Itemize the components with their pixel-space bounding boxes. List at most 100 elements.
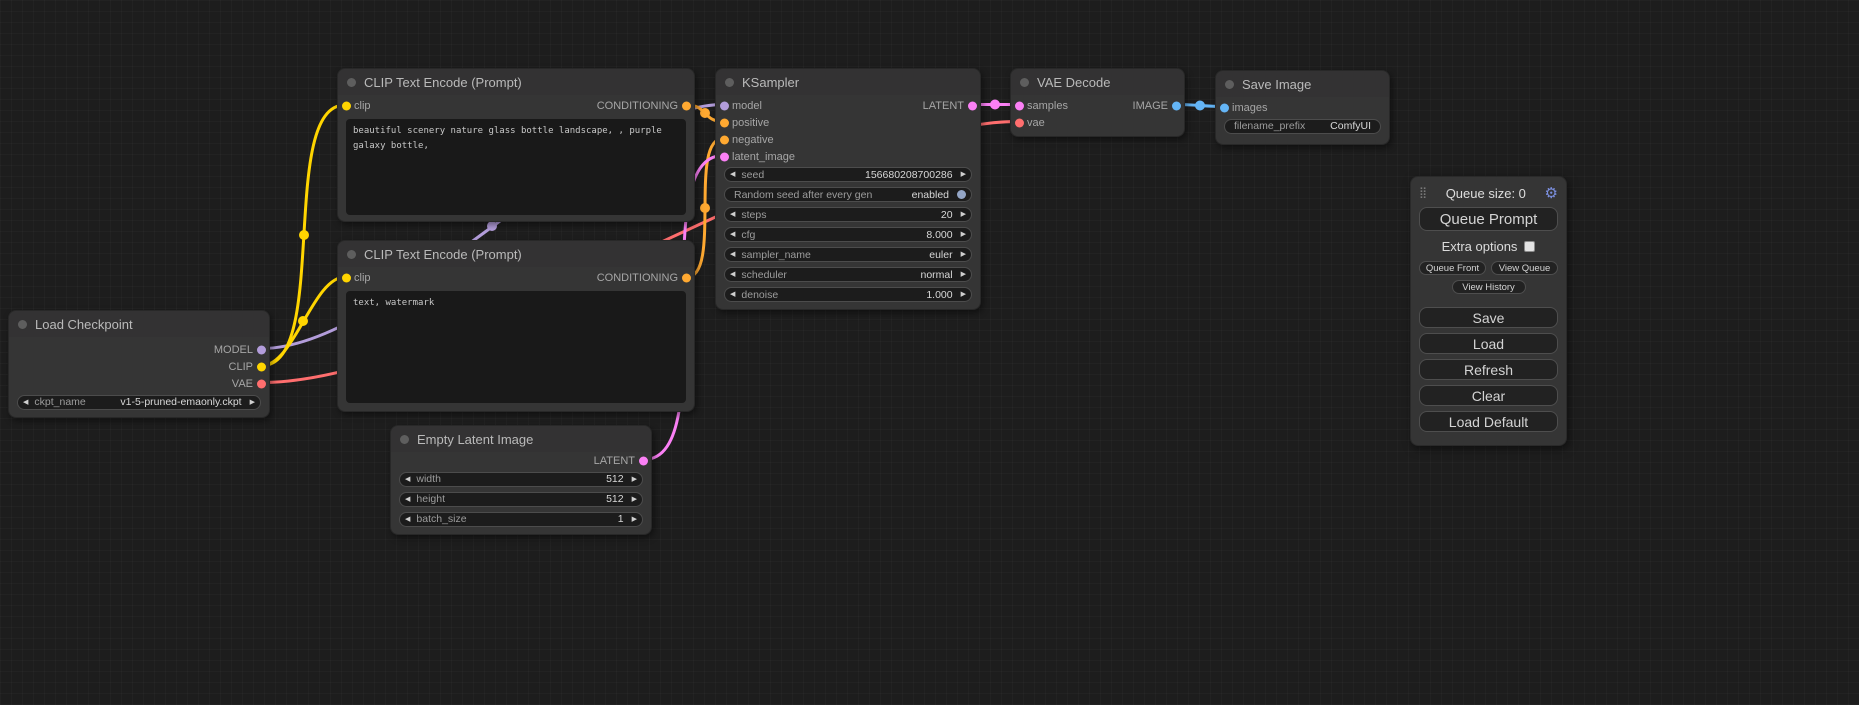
input-slot-vae-dot[interactable]	[1015, 118, 1024, 127]
decrement-arrow-icon[interactable]: ◀	[405, 496, 410, 503]
output-slot-conditioning-dot[interactable]	[682, 102, 691, 111]
decrement-arrow-icon[interactable]: ◀	[405, 476, 410, 483]
widget-label: Random seed after every gen	[734, 189, 872, 201]
cfg-number-widget[interactable]: ◀ cfg 8.000 ▶	[724, 227, 972, 242]
batch-size-number-widget[interactable]: ◀ batch_size 1 ▶	[399, 512, 643, 527]
refresh-button[interactable]: Refresh	[1419, 359, 1558, 380]
view-queue-button[interactable]: View Queue	[1491, 261, 1558, 275]
decrement-arrow-icon[interactable]: ◀	[730, 291, 735, 298]
node-title: CLIP Text Encode (Prompt)	[364, 75, 522, 90]
output-slot-latent-dot[interactable]	[639, 456, 648, 465]
denoise-number-widget[interactable]: ◀ denoise 1.000 ▶	[724, 287, 972, 302]
increment-arrow-icon[interactable]: ▶	[961, 171, 966, 178]
output-slot-vae-dot[interactable]	[257, 379, 266, 388]
slot-row: samples IMAGE	[1011, 97, 1184, 114]
widget-value: enabled	[912, 189, 949, 201]
decrement-arrow-icon[interactable]: ◀	[730, 251, 735, 258]
node-vae-decode[interactable]: VAE Decode samples IMAGE vae	[1010, 68, 1185, 137]
input-slot-model-dot[interactable]	[720, 101, 729, 110]
node-title-bar[interactable]: VAE Decode	[1011, 69, 1184, 95]
node-title-bar[interactable]: KSampler	[716, 69, 980, 95]
node-title: Empty Latent Image	[417, 432, 533, 447]
drag-handle-icon[interactable]: ⣿	[1419, 188, 1427, 199]
input-slot-label: clip	[354, 100, 371, 112]
sampler-name-combo-widget[interactable]: ◀ sampler_name euler ▶	[724, 247, 972, 262]
steps-number-widget[interactable]: ◀ steps 20 ▶	[724, 207, 972, 222]
node-empty-latent-image[interactable]: Empty Latent Image LATENT ◀ width 512 ▶ …	[390, 425, 652, 535]
queue-prompt-button[interactable]: Queue Prompt	[1419, 207, 1558, 231]
link-midpoint-dot	[700, 203, 710, 213]
input-slot-images-dot[interactable]	[1220, 103, 1229, 112]
increment-arrow-icon[interactable]: ▶	[961, 211, 966, 218]
collapse-dot-icon[interactable]	[725, 78, 734, 87]
decrement-arrow-icon[interactable]: ◀	[730, 171, 735, 178]
widget-label: seed	[741, 169, 764, 181]
extra-options-checkbox[interactable]	[1524, 241, 1535, 252]
decrement-arrow-icon[interactable]: ◀	[730, 211, 735, 218]
toggle-on-indicator[interactable]	[957, 190, 966, 199]
decrement-arrow-icon[interactable]: ◀	[405, 516, 410, 523]
increment-arrow-icon[interactable]: ▶	[632, 476, 637, 483]
node-ksampler[interactable]: KSampler model LATENT positive negative …	[715, 68, 981, 310]
node-clip-text-encode-positive[interactable]: CLIP Text Encode (Prompt) clip CONDITION…	[337, 68, 695, 222]
input-slot-clip-dot[interactable]	[342, 274, 351, 283]
node-title-bar[interactable]: CLIP Text Encode (Prompt)	[338, 69, 694, 95]
increment-arrow-icon[interactable]: ▶	[250, 399, 255, 406]
output-slot-model-dot[interactable]	[257, 345, 266, 354]
clear-button[interactable]: Clear	[1419, 385, 1558, 406]
node-save-image[interactable]: Save Image images filename_prefix ComfyU…	[1215, 70, 1390, 145]
node-clip-text-encode-negative[interactable]: CLIP Text Encode (Prompt) clip CONDITION…	[337, 240, 695, 412]
node-load-checkpoint[interactable]: Load Checkpoint MODEL CLIP VAE ◀ ckpt_na…	[8, 310, 270, 418]
input-slot-samples-dot[interactable]	[1015, 101, 1024, 110]
collapse-dot-icon[interactable]	[1020, 78, 1029, 87]
queue-front-button[interactable]: Queue Front	[1419, 261, 1486, 275]
input-slot-positive-dot[interactable]	[720, 118, 729, 127]
output-slot-clip-dot[interactable]	[257, 362, 266, 371]
settings-gear-icon[interactable]: ⚙	[1545, 186, 1558, 201]
collapse-dot-icon[interactable]	[18, 320, 27, 329]
collapse-dot-icon[interactable]	[1225, 80, 1234, 89]
node-title-bar[interactable]: Empty Latent Image	[391, 426, 651, 452]
increment-arrow-icon[interactable]: ▶	[632, 496, 637, 503]
seed-number-widget[interactable]: ◀ seed 156680208700286 ▶	[724, 167, 972, 182]
extra-options-label: Extra options	[1442, 239, 1518, 254]
view-history-button[interactable]: View History	[1452, 280, 1526, 294]
ckpt-name-combo-widget[interactable]: ◀ ckpt_name v1-5-pruned-emaonly.ckpt ▶	[17, 395, 261, 410]
output-slot-conditioning-dot[interactable]	[682, 274, 691, 283]
output-slot-latent-dot[interactable]	[968, 101, 977, 110]
decrement-arrow-icon[interactable]: ◀	[730, 231, 735, 238]
widget-label: height	[416, 493, 445, 505]
slot-row: model LATENT	[716, 97, 980, 114]
width-number-widget[interactable]: ◀ width 512 ▶	[399, 472, 643, 487]
increment-arrow-icon[interactable]: ▶	[632, 516, 637, 523]
comfy-queue-menu[interactable]: ⣿ Queue size: 0 ⚙ Queue Prompt Extra opt…	[1410, 176, 1567, 446]
node-graph-canvas[interactable]: Load Checkpoint MODEL CLIP VAE ◀ ckpt_na…	[0, 0, 1859, 705]
scheduler-combo-widget[interactable]: ◀ scheduler normal ▶	[724, 267, 972, 282]
random-seed-toggle-widget[interactable]: Random seed after every gen enabled	[724, 187, 972, 202]
height-number-widget[interactable]: ◀ height 512 ▶	[399, 492, 643, 507]
collapse-dot-icon[interactable]	[400, 435, 409, 444]
load-default-button[interactable]: Load Default	[1419, 411, 1558, 432]
increment-arrow-icon[interactable]: ▶	[961, 231, 966, 238]
input-slot-clip-dot[interactable]	[342, 102, 351, 111]
load-button[interactable]: Load	[1419, 333, 1558, 354]
negative-prompt-textarea[interactable]: text, watermark	[346, 291, 686, 403]
save-button[interactable]: Save	[1419, 307, 1558, 328]
decrement-arrow-icon[interactable]: ◀	[23, 399, 28, 406]
increment-arrow-icon[interactable]: ▶	[961, 291, 966, 298]
input-slot-negative-dot[interactable]	[720, 135, 729, 144]
decrement-arrow-icon[interactable]: ◀	[730, 271, 735, 278]
node-title-bar[interactable]: CLIP Text Encode (Prompt)	[338, 241, 694, 267]
increment-arrow-icon[interactable]: ▶	[961, 271, 966, 278]
positive-prompt-textarea[interactable]: beautiful scenery nature glass bottle la…	[346, 119, 686, 215]
input-slot-latent-image-dot[interactable]	[720, 152, 729, 161]
collapse-dot-icon[interactable]	[347, 78, 356, 87]
node-title-bar[interactable]: Load Checkpoint	[9, 311, 269, 337]
filename-prefix-text-widget[interactable]: filename_prefix ComfyUI	[1224, 119, 1381, 134]
increment-arrow-icon[interactable]: ▶	[961, 251, 966, 258]
link-midpoint-dot	[487, 221, 497, 231]
collapse-dot-icon[interactable]	[347, 250, 356, 259]
node-title-bar[interactable]: Save Image	[1216, 71, 1389, 97]
output-slot-label: LATENT	[923, 100, 964, 112]
output-slot-image-dot[interactable]	[1172, 101, 1181, 110]
